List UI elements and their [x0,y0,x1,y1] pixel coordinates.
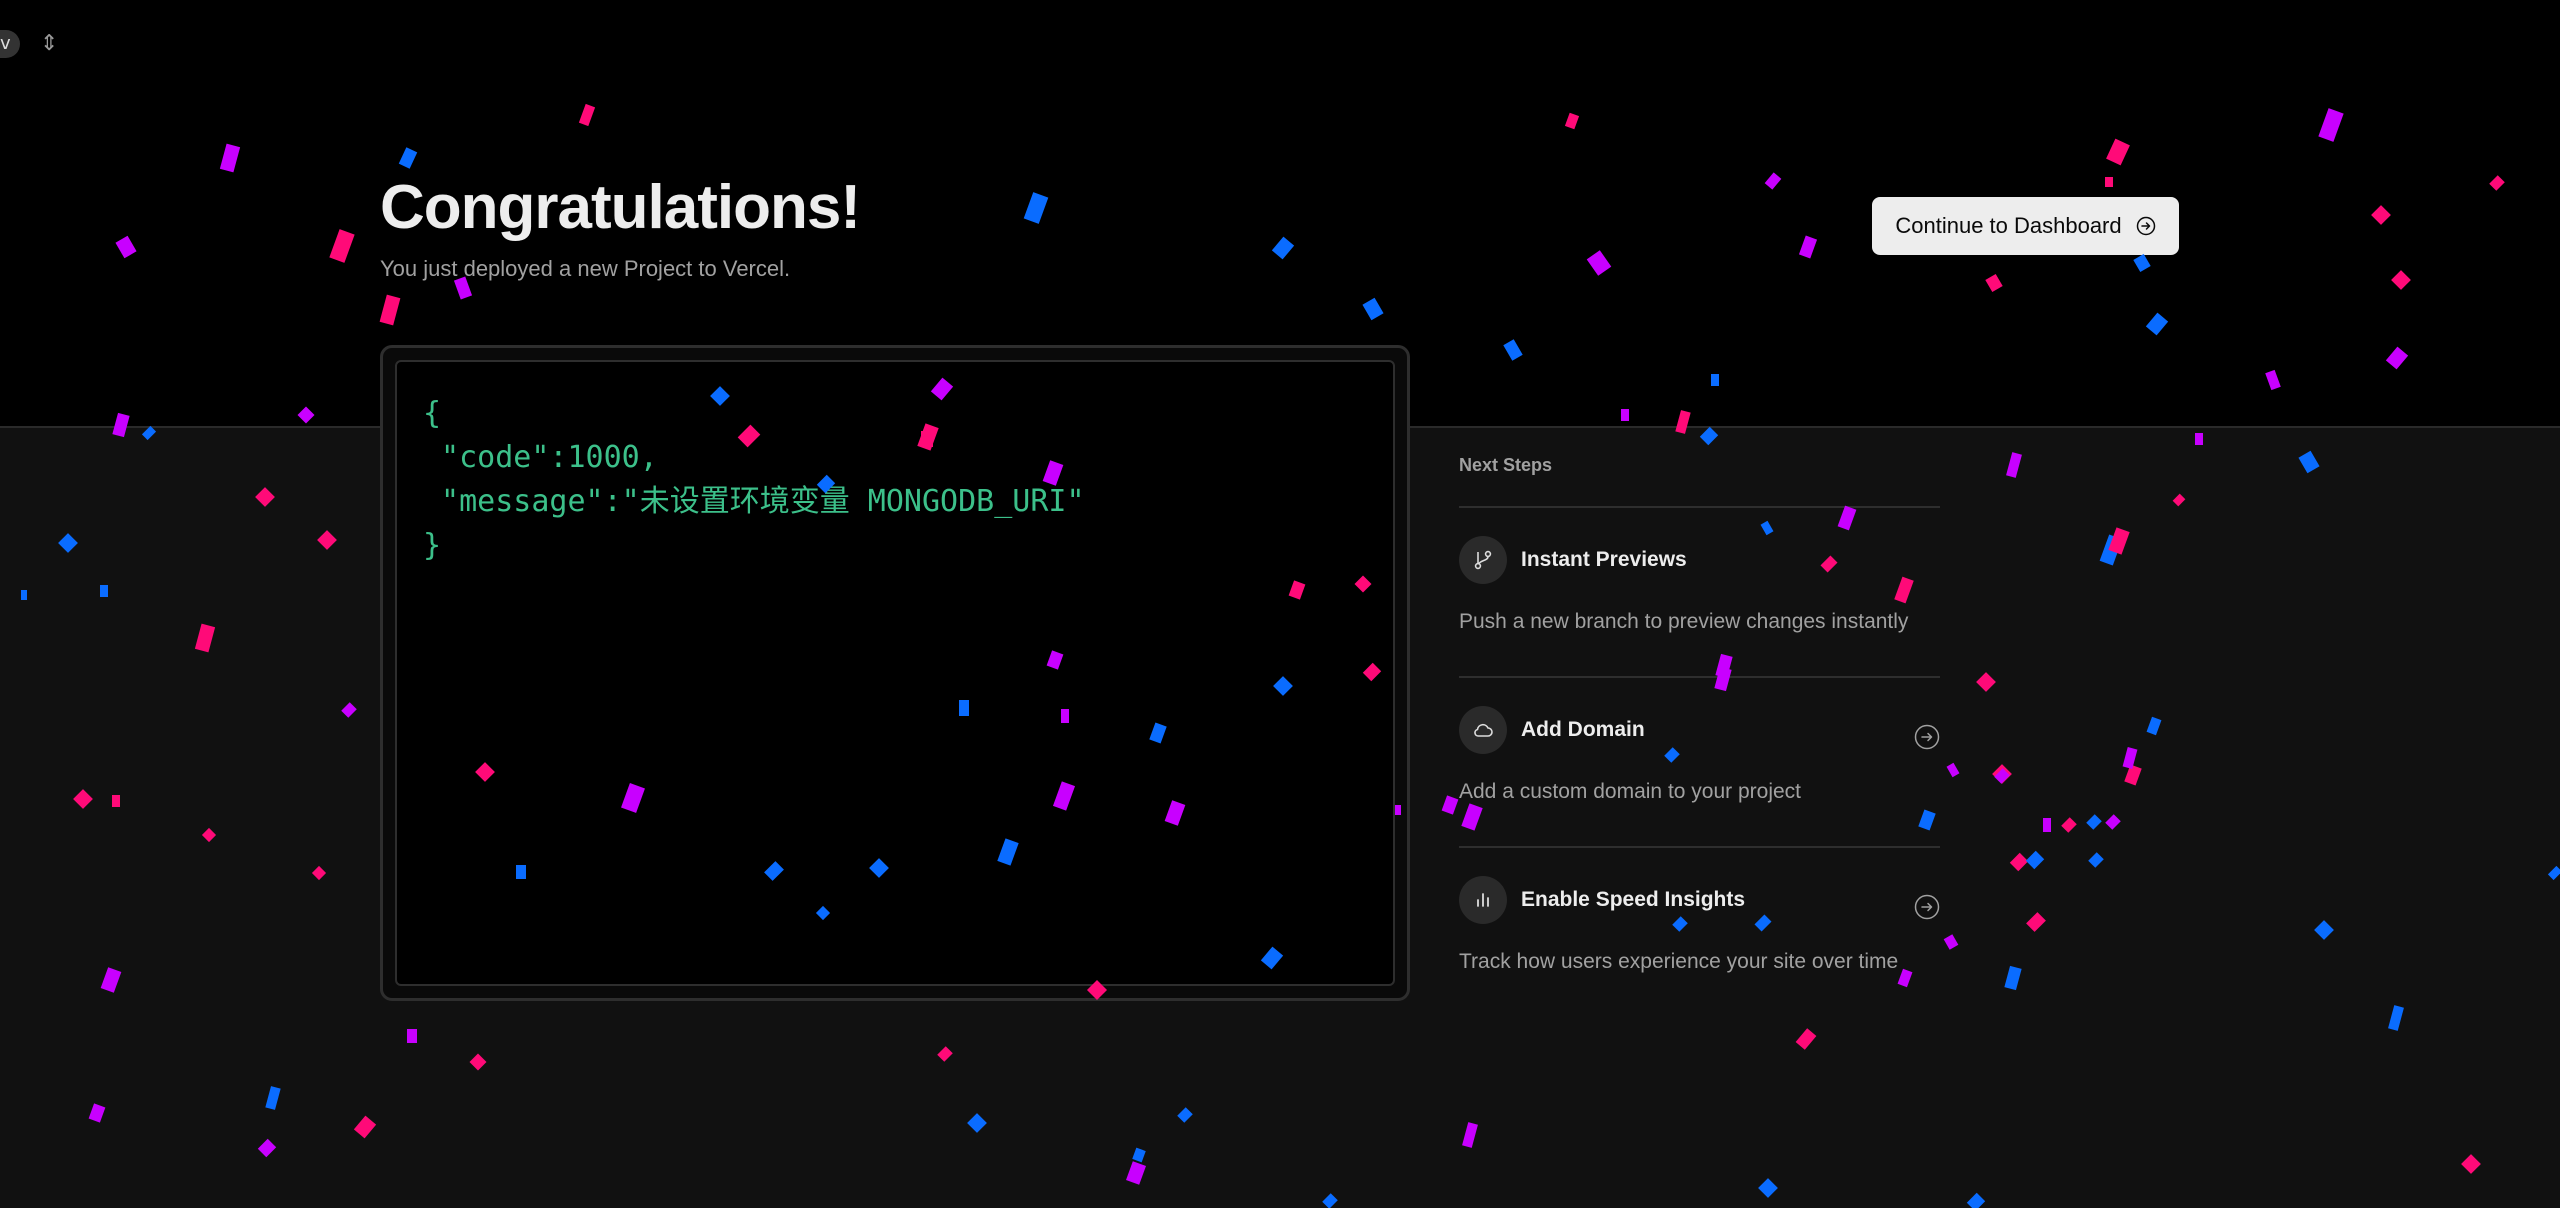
deployment-preview[interactable]: { "code":1000, "message":"未设置环境变量 MONGOD… [380,345,1410,1001]
page-subtitle: You just deployed a new Project to Verce… [380,256,791,281]
arrow-right-circle-icon[interactable] [1914,724,1940,750]
step-add-domain[interactable]: Add Domain Add a custom domain to your p… [1459,676,1940,846]
avatar-initial: v [0,33,11,54]
chevron-up-down-icon[interactable]: ⇕ [40,33,58,55]
code-line: "message":"未设置环境变量 MONGODB_URI" [423,484,1085,519]
code-line: "code":1000, [423,440,658,475]
cta-label: Continue to Dashboard [1895,213,2122,238]
step-title: Add Domain [1521,718,1645,741]
page-title: Congratulations! [380,173,861,242]
code-line: { [423,396,442,431]
team-switcher[interactable]: v ⇕ [0,30,58,58]
preview-viewport: { "code":1000, "message":"未设置环境变量 MONGOD… [395,360,1395,986]
preview-json-response: { "code":1000, "message":"未设置环境变量 MONGOD… [423,392,1085,568]
step-description: Add a custom domain to your project [1459,780,1802,803]
arrow-right-circle-icon[interactable] [1914,894,1940,920]
step-enable-speed-insights[interactable]: Enable Speed Insights Track how users ex… [1459,846,1940,1016]
bar-chart-icon [1459,876,1507,924]
next-steps-panel: Next Steps Instant Previews Push a new b… [1459,455,1940,1016]
cloud-icon [1459,706,1507,754]
step-title: Instant Previews [1521,548,1687,571]
avatar[interactable]: v [0,30,20,58]
continue-to-dashboard-button[interactable]: Continue to Dashboard [1872,197,2179,255]
step-description: Push a new branch to preview changes ins… [1459,610,1909,633]
next-steps-title: Next Steps [1459,455,1553,475]
step-instant-previews[interactable]: Instant Previews Push a new branch to pr… [1459,506,1940,676]
arrow-right-circle-icon [2136,216,2155,236]
step-title: Enable Speed Insights [1521,888,1746,911]
code-line: } [423,528,442,563]
step-description: Track how users experience your site ove… [1459,950,1899,973]
git-branch-icon [1459,536,1507,584]
